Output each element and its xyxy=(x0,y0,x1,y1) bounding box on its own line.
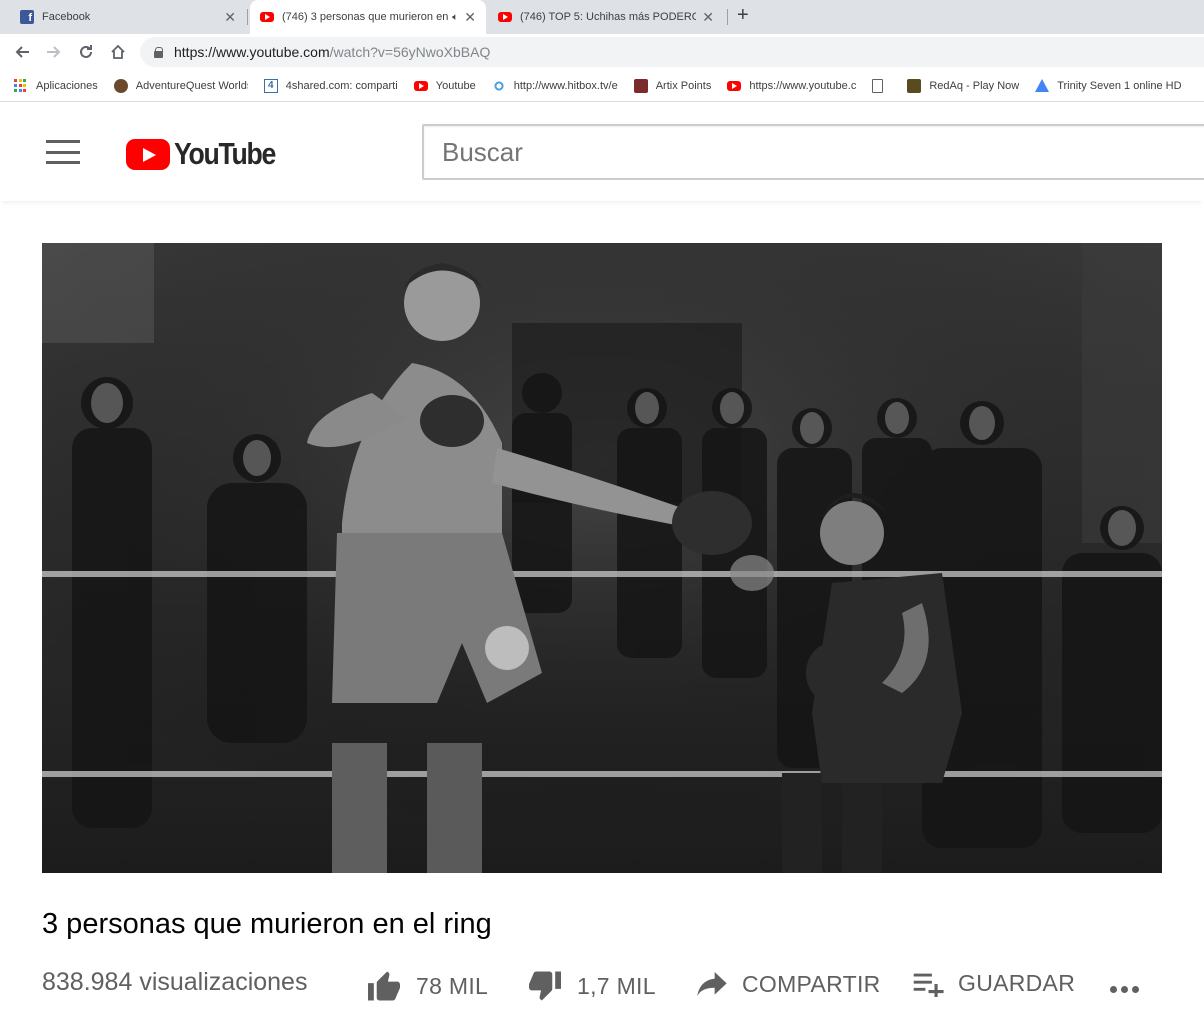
bookmark-label: Trinity Seven 1 online HD xyxy=(1057,79,1182,92)
close-tab-icon[interactable]: ✕ xyxy=(464,9,476,26)
logo-text: YouTube xyxy=(174,136,276,171)
page-icon xyxy=(872,78,884,93)
bookmark-apps[interactable]: Aplicaciones xyxy=(14,78,98,93)
save-label: GUARDAR xyxy=(958,970,1076,996)
bookmarks-bar: Aplicaciones AdventureQuest Worlds 4 4sh… xyxy=(0,70,1204,102)
bookmark-label: RedAq - Play Now xyxy=(929,79,1020,92)
youtube-icon xyxy=(413,80,428,91)
youtube-masthead: YouTube Buscar xyxy=(0,103,1204,201)
facebook-icon: f xyxy=(20,10,34,24)
tab-title: (746) 3 personas que murieron en el ring xyxy=(282,11,449,23)
video-title: 3 personas que murieron en el ring xyxy=(42,908,492,940)
bookmark-redaq[interactable]: RedAq - Play Now xyxy=(907,78,1020,93)
hitbox-icon xyxy=(491,78,506,93)
triangle-icon xyxy=(1035,79,1050,92)
hamburger-menu-icon[interactable] xyxy=(46,140,80,164)
dislike-count: 1,7 MIL xyxy=(577,972,656,999)
speaker-icon[interactable]: 🔈︎ xyxy=(452,12,458,23)
redaq-icon xyxy=(907,78,922,93)
adventurequest-icon xyxy=(113,78,128,93)
bookmark-label: 4shared.com: compartir xyxy=(285,79,398,92)
bookmark-youtube[interactable]: Youtube xyxy=(413,79,476,92)
search-input[interactable]: Buscar xyxy=(422,124,1204,180)
home-icon[interactable] xyxy=(106,40,130,64)
youtube-icon xyxy=(727,80,742,91)
video-frame-boxing-scene xyxy=(42,243,1162,873)
close-tab-icon[interactable]: ✕ xyxy=(224,9,236,26)
more-options-icon[interactable] xyxy=(1110,986,1139,993)
like-button[interactable]: 78 MIL xyxy=(366,970,488,1002)
youtube-icon xyxy=(260,12,274,22)
save-button[interactable]: GUARDAR xyxy=(912,970,1075,997)
bookmark-label: Artix Points xyxy=(655,79,712,92)
share-arrow-icon xyxy=(697,972,727,996)
bookmark-artix[interactable]: Artix Points xyxy=(633,78,712,93)
tab-facebook[interactable]: f Facebook ✕ xyxy=(10,0,246,34)
4shared-icon: 4 xyxy=(263,78,278,93)
url-path: /watch?v=56yNwoXbBAQ xyxy=(329,44,491,60)
reload-icon[interactable] xyxy=(74,40,98,64)
artix-icon xyxy=(633,78,648,93)
apps-grid-icon xyxy=(14,78,28,93)
lock-icon[interactable] xyxy=(154,47,164,58)
video-player[interactable] xyxy=(42,243,1162,873)
bookmark-blank-page[interactable] xyxy=(872,78,891,93)
share-label: COMPARTIR xyxy=(742,970,881,997)
playlist-add-icon xyxy=(913,973,944,997)
tab-title: Facebook xyxy=(42,11,91,23)
bookmark-label: AdventureQuest Worlds xyxy=(135,79,248,92)
browser-toolbar: https://www.youtube.com/watch?v=56yNwoXb… xyxy=(0,34,1204,70)
youtube-play-icon xyxy=(126,138,170,170)
bookmark-label: Aplicaciones xyxy=(36,79,98,92)
like-count: 78 MIL xyxy=(416,972,489,999)
browser-tab-strip: f Facebook ✕ (746) 3 personas que murier… xyxy=(0,0,1204,34)
bookmark-hitbox[interactable]: http://www.hitbox.tv/e xyxy=(491,78,618,93)
back-arrow-icon[interactable] xyxy=(10,40,34,64)
thumbs-up-icon xyxy=(368,971,400,1001)
bookmark-trinity-seven[interactable]: Trinity Seven 1 online HD xyxy=(1035,79,1182,92)
forward-arrow-icon[interactable] xyxy=(42,40,66,64)
youtube-icon xyxy=(498,12,512,22)
bookmark-adventurequest[interactable]: AdventureQuest Worlds xyxy=(113,78,248,93)
share-button[interactable]: COMPARTIR xyxy=(696,970,881,998)
tab-title: (746) TOP 5: Uchihas más PODEROSOS xyxy=(520,11,697,23)
address-bar[interactable]: https://www.youtube.com/watch?v=56yNwoXb… xyxy=(140,37,1204,67)
tab-youtube-top5[interactable]: (746) TOP 5: Uchihas más PODEROSOS ✕ xyxy=(488,0,724,34)
bookmark-label: http://www.hitbox.tv/e xyxy=(513,79,618,92)
new-tab-icon[interactable]: + xyxy=(737,4,749,27)
dislike-button[interactable]: 1,7 MIL xyxy=(527,970,656,1002)
url-host: https://www.youtube.com xyxy=(174,44,330,60)
thumbs-down-icon xyxy=(529,971,561,1001)
bookmark-4shared[interactable]: 4 4shared.com: compartir xyxy=(263,78,398,93)
youtube-logo[interactable]: YouTube xyxy=(126,136,292,172)
view-count: 838.984 visualizaciones xyxy=(42,968,308,996)
bookmark-label: https://www.youtube.c xyxy=(749,79,857,92)
bookmark-label: Youtube xyxy=(435,79,476,92)
tab-youtube-active[interactable]: (746) 3 personas que murieron en el ring… xyxy=(250,0,486,34)
bookmark-youtube-url[interactable]: https://www.youtube.c xyxy=(727,80,856,92)
close-tab-icon[interactable]: ✕ xyxy=(702,9,714,26)
